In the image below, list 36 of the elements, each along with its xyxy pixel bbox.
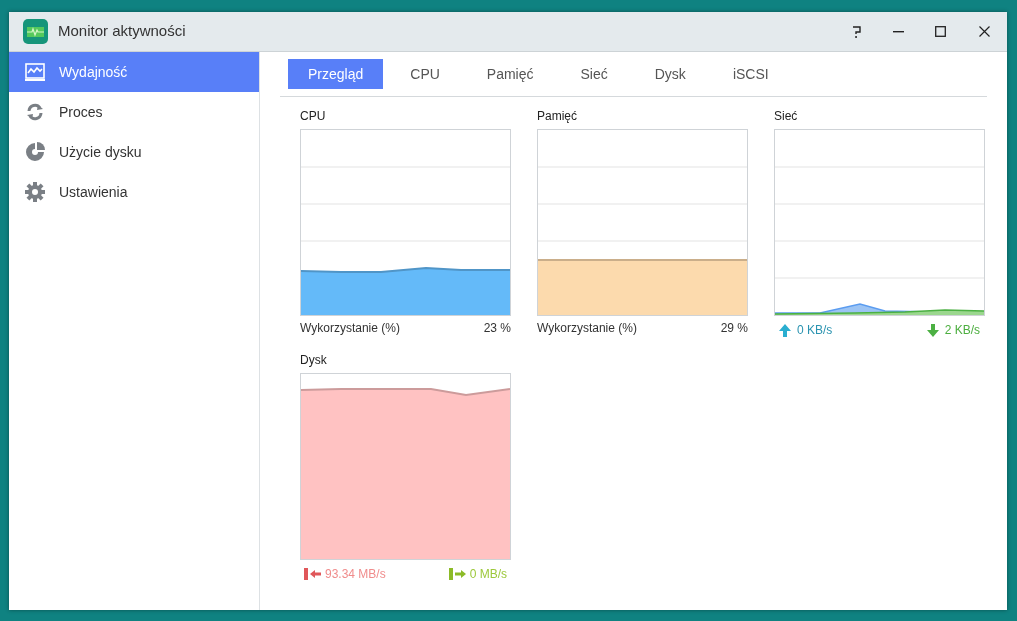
- tab[interactable]: Pamięć: [466, 59, 554, 89]
- disk-read-icon: [304, 568, 321, 580]
- disk-read-speed: 93.34 MB/s: [325, 566, 386, 583]
- pie-chart-icon: [25, 142, 45, 162]
- usage-label: Wykorzystanie (%): [300, 320, 400, 337]
- minimize-icon: [892, 30, 904, 33]
- chart-icon: [25, 63, 45, 81]
- tab[interactable]: Przegląd: [288, 59, 384, 89]
- settings-icon: [25, 182, 45, 202]
- usage-value: 23 %: [483, 320, 511, 337]
- chart-title: Dysk: [300, 353, 328, 368]
- tab[interactable]: Sieć: [560, 59, 628, 89]
- chart-title: Sieć: [774, 109, 799, 124]
- refresh-icon: [25, 102, 45, 122]
- sidebar-item[interactable]: Wydajność: [9, 52, 259, 92]
- close-icon: [978, 26, 990, 37]
- upload-speed: 0 KB/s: [797, 322, 833, 339]
- tab[interactable]: Dysk: [634, 59, 706, 89]
- help-icon: [851, 25, 861, 38]
- window-title: Monitor aktywności: [58, 21, 186, 42]
- app-logo-icon: [23, 19, 48, 44]
- chart-title: Pamięć: [537, 109, 578, 124]
- sidebar-item[interactable]: Użycie dysku: [9, 132, 259, 172]
- tab[interactable]: CPU: [390, 59, 460, 89]
- upload-arrow-icon: [779, 323, 791, 337]
- tab[interactable]: iSCSI: [712, 59, 789, 89]
- usage-label: Wykorzystanie (%): [537, 320, 637, 337]
- sidebar-item[interactable]: Ustawienia: [9, 172, 259, 212]
- sidebar-item[interactable]: Proces: [9, 92, 259, 132]
- download-arrow-icon: [926, 323, 939, 337]
- chart-title: CPU: [300, 109, 327, 124]
- disk-write-icon: [448, 568, 466, 580]
- usage-value: 29 %: [720, 320, 748, 337]
- maximize-icon: [934, 26, 946, 37]
- disk-write-speed: 0 MB/s: [469, 566, 507, 583]
- download-speed: 2 KB/s: [944, 322, 980, 339]
